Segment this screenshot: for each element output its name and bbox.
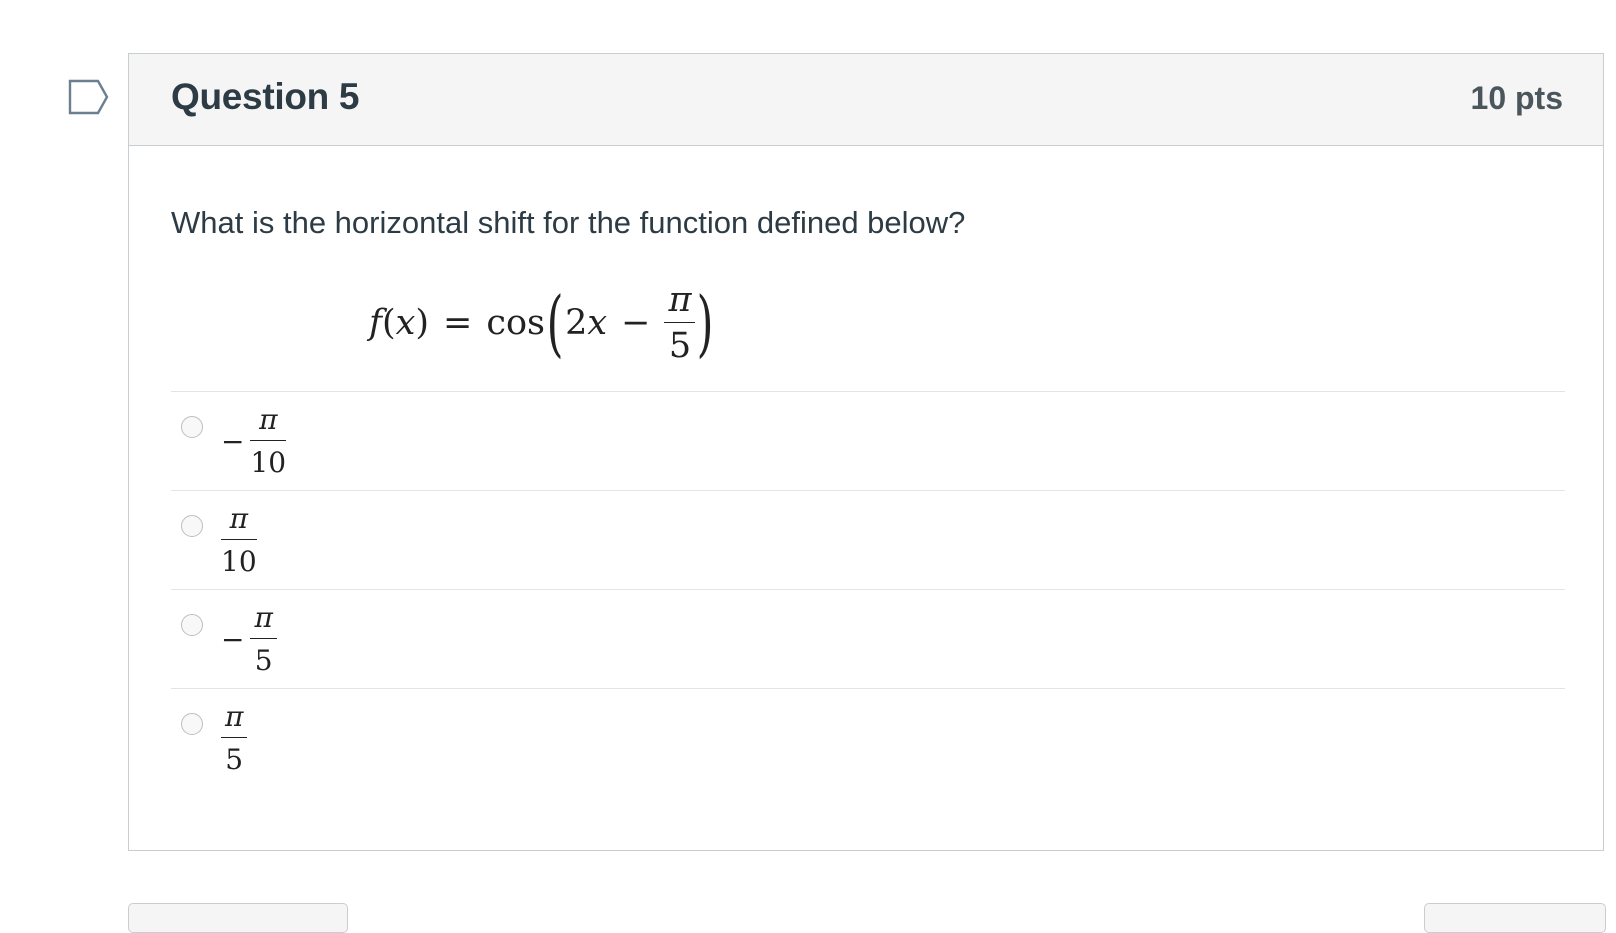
formula-minus: − [621, 303, 651, 343]
answer-math-4: π 5 [221, 700, 248, 776]
answer-fraction-4: π 5 [221, 700, 248, 776]
answer-fraction-1: π 10 [250, 403, 287, 479]
answer-option-1[interactable]: − π 10 [171, 391, 1565, 490]
answer-denominator-2: 10 [221, 545, 257, 578]
formula-inner-x: x [587, 303, 608, 343]
answer-option-2[interactable]: π 10 [171, 490, 1565, 589]
formula-equals: = [443, 303, 473, 343]
answer-radio-3[interactable] [181, 614, 203, 636]
answer-list: − π 10 π 10 − π 5 π 5 [171, 391, 1565, 787]
answer-math-3: − π 5 [221, 604, 277, 675]
answer-numerator-1: π [259, 403, 278, 436]
answer-radio-1[interactable] [181, 416, 203, 438]
bookmark-flag-icon[interactable] [68, 79, 110, 115]
question-prompt: What is the horizontal shift for the fun… [171, 205, 966, 240]
formula-coefficient: 2 [565, 303, 588, 343]
answer-math-1: − π 10 [221, 403, 287, 479]
answer-sign-1: − [221, 425, 245, 458]
answer-numerator-3: π [254, 601, 273, 634]
formula-big-open-paren: ( [546, 281, 564, 365]
answer-radio-2[interactable] [181, 515, 203, 537]
formula-open-paren: ( [381, 303, 396, 343]
formula-close-paren: ) [415, 303, 430, 343]
answer-numerator-4: π [225, 700, 244, 733]
formula-big-close-paren: ) [697, 281, 714, 365]
answer-denominator-4: 5 [225, 743, 244, 776]
question-points: 10 pts [1470, 80, 1563, 116]
formula-cos: cos [486, 303, 545, 343]
answer-denominator-3: 5 [254, 644, 273, 677]
question-header: Question 5 10 pts [129, 54, 1603, 146]
answer-radio-4[interactable] [181, 713, 203, 735]
answer-numerator-2: π [229, 502, 249, 535]
formula-fraction-denominator: 5 [668, 325, 692, 366]
answer-option-3[interactable]: − π 5 [171, 589, 1565, 688]
previous-button[interactable] [128, 903, 348, 933]
formula-x: x [395, 303, 416, 343]
question-card: Question 5 10 pts What is the horizontal… [128, 53, 1604, 851]
answer-sign-3: − [221, 623, 245, 656]
answer-option-4[interactable]: π 5 [171, 688, 1565, 787]
answer-denominator-1: 10 [250, 446, 287, 479]
formula-f: f [369, 303, 382, 343]
question-title: Question 5 [171, 76, 360, 117]
formula-fraction: π 5 [664, 279, 696, 366]
answer-fraction-2: π 10 [221, 505, 257, 576]
answer-math-2: π 10 [221, 505, 257, 576]
answer-fraction-3: π 5 [250, 601, 277, 677]
next-button[interactable] [1424, 903, 1606, 933]
function-formula: f ( x ) = cos ( 2 x − π 5 ) [369, 279, 716, 366]
formula-fraction-numerator: π [668, 279, 692, 320]
